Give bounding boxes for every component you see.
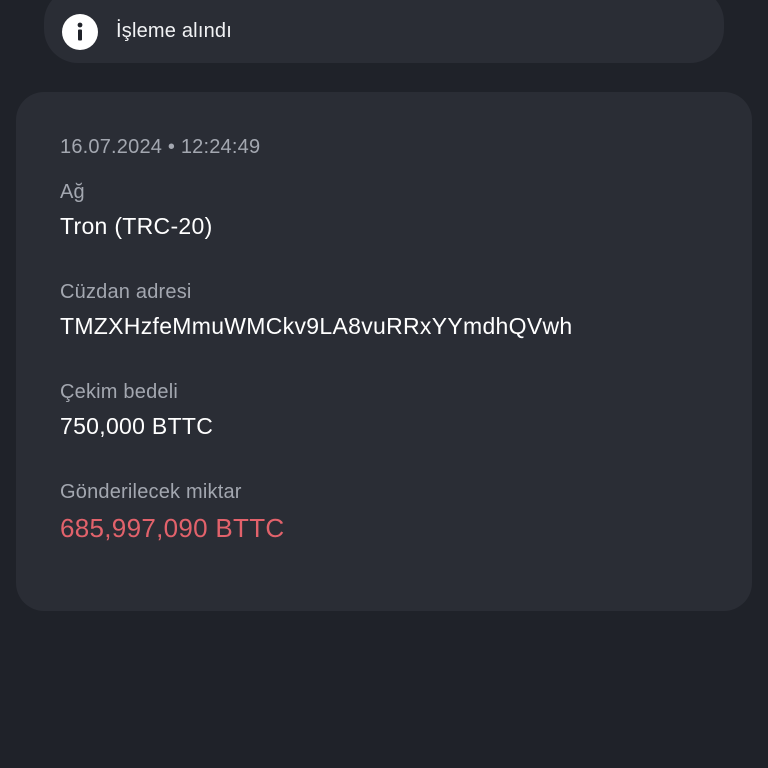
transaction-detail-page: İşleme alındı 16.07.2024 • 12:24:49 Ağ T… — [0, 0, 768, 768]
wallet-address-field: Cüzdan adresi TMZXHzfeMmuWMCkv9LA8vuRRxY… — [60, 280, 572, 340]
status-notice-text: İşleme alındı — [116, 20, 232, 42]
network-label: Ağ — [60, 181, 85, 203]
wallet-address-value[interactable]: TMZXHzfeMmuWMCkv9LA8vuRRxYYmdhQVwh — [60, 312, 572, 340]
network-value: Tron (TRC-20) — [60, 213, 213, 239]
transaction-timestamp: 16.07.2024 • 12:24:49 — [60, 136, 261, 158]
info-icon — [62, 13, 98, 50]
amount-to-send-value: 685,997,090 BTTC — [60, 513, 285, 543]
withdrawal-fee-value: 750,000 BTTC — [60, 413, 214, 439]
network-field: Ağ Tron (TRC-20) — [60, 180, 213, 240]
wallet-address-label: Cüzdan adresi — [60, 281, 192, 303]
amount-to-send-field: Gönderilecek miktar 685,997,090 BTTC — [60, 480, 285, 544]
status-notice: İşleme alındı — [44, 0, 724, 63]
transaction-card: 16.07.2024 • 12:24:49 Ağ Tron (TRC-20) C… — [16, 92, 752, 611]
withdrawal-fee-label: Çekim bedeli — [60, 381, 179, 403]
withdrawal-fee-field: Çekim bedeli 750,000 BTTC — [60, 380, 213, 440]
amount-to-send-label: Gönderilecek miktar — [60, 481, 242, 503]
